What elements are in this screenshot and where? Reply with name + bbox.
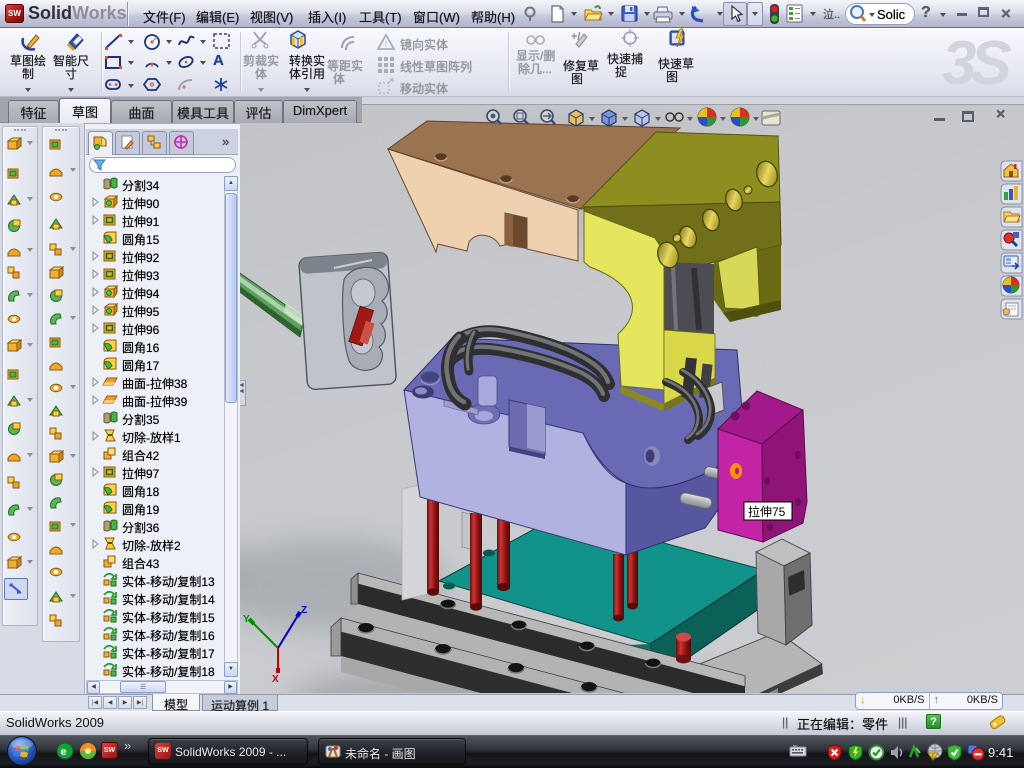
svg-text:拉伸75: 拉伸75 xyxy=(748,504,786,519)
svg-text:Y: Y xyxy=(243,614,250,625)
svg-text:key: key xyxy=(793,744,798,748)
svg-text:Z: Z xyxy=(301,605,307,616)
svg-text:X: X xyxy=(272,674,279,685)
svg-text:!: ! xyxy=(385,39,388,49)
svg-text:e: e xyxy=(61,746,67,758)
svg-text:!: ! xyxy=(932,754,934,761)
